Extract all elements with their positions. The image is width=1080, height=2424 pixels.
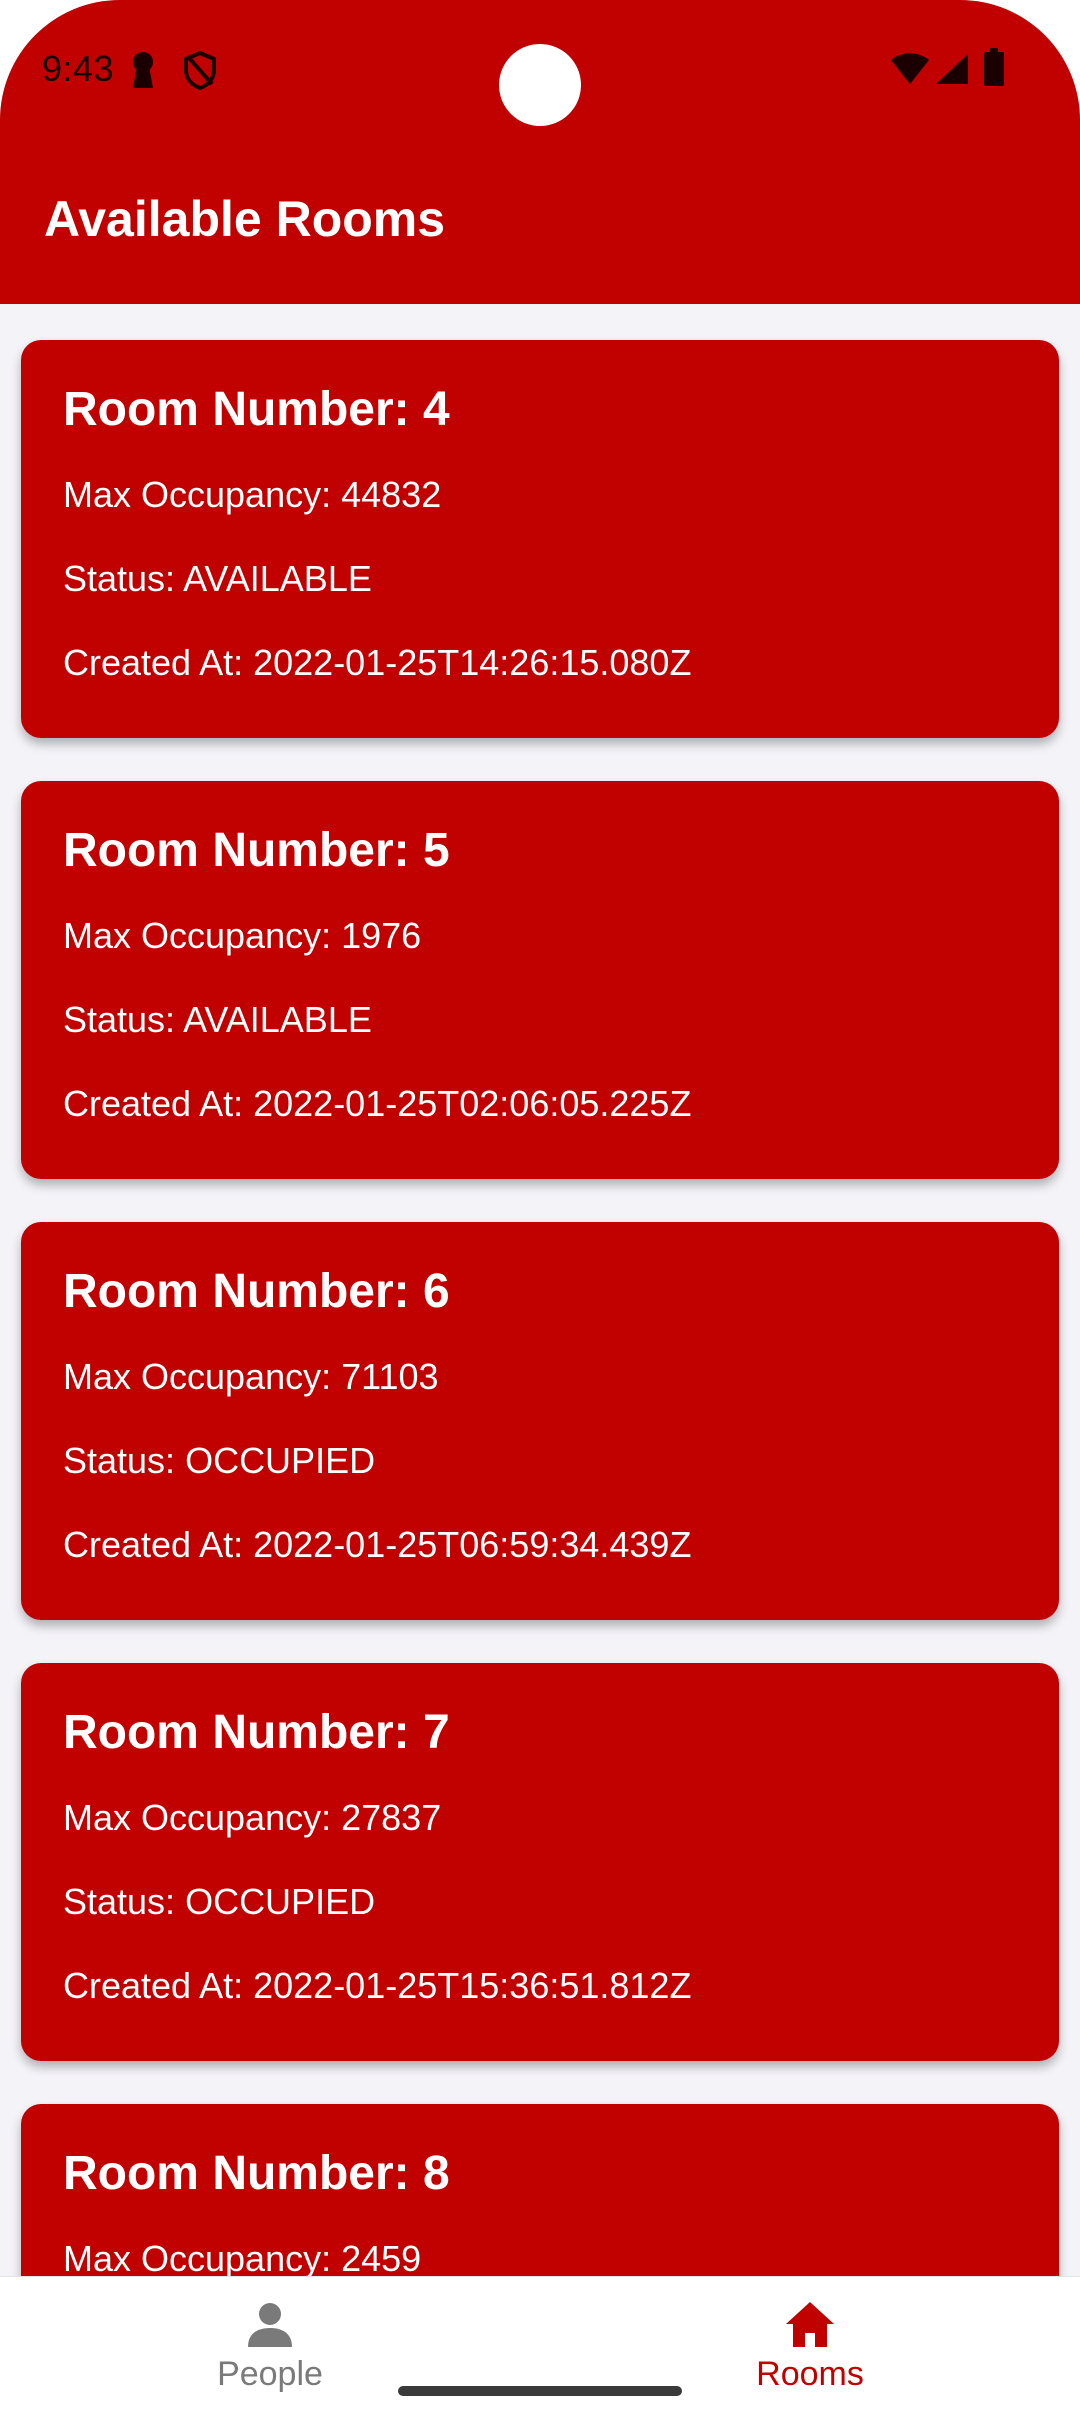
keyhole-icon — [133, 52, 153, 88]
gesture-handle[interactable] — [398, 2386, 682, 2396]
room-max-occupancy: Max Occupancy: 71103 — [63, 1356, 439, 1397]
room-max-occupancy: Max Occupancy: 27837 — [63, 1797, 442, 1838]
nav-label-rooms: Rooms — [756, 2355, 864, 2393]
room-max-occupancy: Max Occupancy: 2459 — [63, 2238, 422, 2276]
nav-item-people[interactable]: People — [140, 2299, 400, 2409]
camera-cutout — [499, 44, 581, 126]
home-icon — [786, 2302, 834, 2347]
top-app-bar: 9:43 Available Rooms — [0, 0, 1080, 304]
bottom-navigation: People Rooms — [0, 2276, 1080, 2424]
signal-icon — [936, 54, 968, 84]
room-number: Room Number: 5 — [63, 824, 450, 877]
room-created-at: Created At: 2022-01-25T02:06:05.225Z — [63, 1083, 692, 1124]
room-created-at: Created At: 2022-01-25T14:26:15.080Z — [63, 642, 692, 683]
room-status: Status: OCCUPIED — [63, 1881, 376, 1922]
room-created-at: Created At: 2022-01-25T15:36:51.812Z — [63, 1965, 692, 2006]
page-title: Available Rooms — [44, 191, 446, 247]
room-number: Room Number: 8 — [63, 2147, 450, 2200]
room-card[interactable]: Room Number: 8 Max Occupancy: 2459 — [21, 2104, 1059, 2276]
nav-label-people: People — [217, 2355, 323, 2393]
room-number: Room Number: 7 — [63, 1706, 450, 1759]
room-number: Room Number: 4 — [63, 383, 450, 436]
shield-icon — [184, 50, 216, 90]
room-card[interactable]: Room Number: 5 Max Occupancy: 1976 Statu… — [21, 781, 1059, 1179]
room-status: Status: AVAILABLE — [63, 999, 372, 1040]
status-time: 9:43 — [42, 48, 115, 89]
nav-item-rooms[interactable]: Rooms — [680, 2299, 940, 2409]
screen: 9:43 Available Rooms Room Number: 4 Max … — [0, 0, 1080, 2424]
room-card[interactable]: Room Number: 4 Max Occupancy: 44832 Stat… — [21, 340, 1059, 738]
room-number: Room Number: 6 — [63, 1265, 450, 1318]
room-status: Status: OCCUPIED — [63, 1440, 376, 1481]
room-max-occupancy: Max Occupancy: 44832 — [63, 474, 442, 515]
room-max-occupancy: Max Occupancy: 1976 — [63, 915, 422, 956]
room-created-at: Created At: 2022-01-25T06:59:34.439Z — [63, 1524, 692, 1565]
wifi-icon — [891, 53, 929, 84]
room-card[interactable]: Room Number: 6 Max Occupancy: 71103 Stat… — [21, 1222, 1059, 1620]
battery-icon — [984, 48, 1004, 86]
person-icon — [248, 2303, 292, 2347]
room-list[interactable]: Room Number: 4 Max Occupancy: 44832 Stat… — [0, 304, 1080, 2276]
room-card[interactable]: Room Number: 7 Max Occupancy: 27837 Stat… — [21, 1663, 1059, 2061]
room-status: Status: AVAILABLE — [63, 558, 372, 599]
